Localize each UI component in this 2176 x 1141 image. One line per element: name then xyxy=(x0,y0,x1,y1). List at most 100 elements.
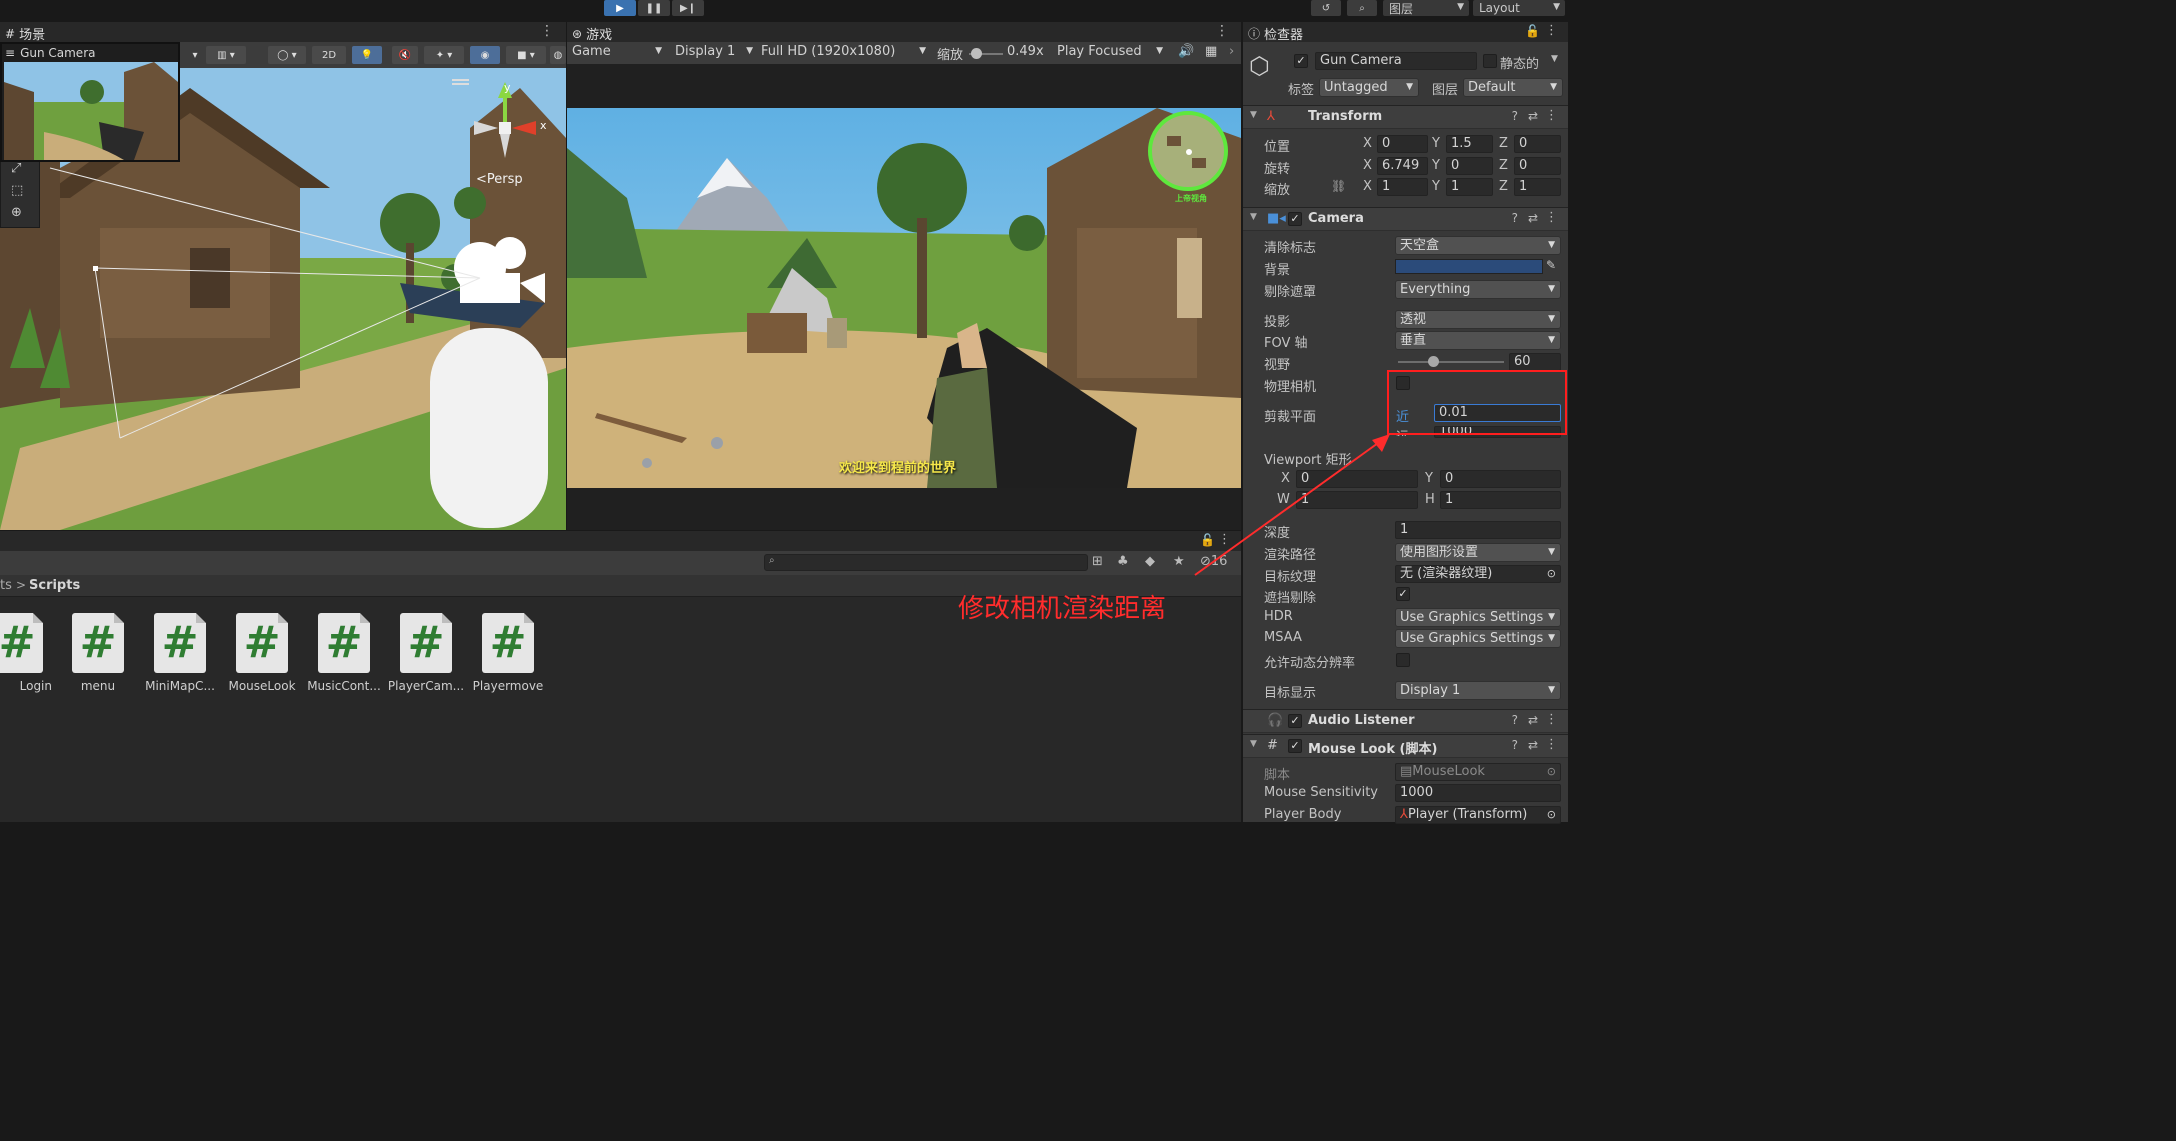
kebab-menu-icon[interactable]: ⋮ xyxy=(1545,23,1558,38)
asset-item[interactable]: # MouseLook xyxy=(223,613,301,703)
help-icon[interactable]: ? xyxy=(1512,738,1518,752)
position-y-field[interactable]: 1.5 xyxy=(1446,135,1493,153)
breadcrumb-root[interactable]: ts xyxy=(0,578,12,593)
tag-icon[interactable]: ◆ xyxy=(1145,554,1155,569)
eyedropper-icon[interactable]: ✎ xyxy=(1546,258,1556,272)
object-name-field[interactable]: Gun Camera xyxy=(1315,52,1477,70)
gizmos-button[interactable]: ◍ xyxy=(550,46,566,64)
transform-tool-icon[interactable]: ⊕ xyxy=(11,205,22,220)
favorite-star-icon[interactable]: ★ xyxy=(1173,554,1185,569)
clear-flags-dropdown[interactable]: 天空盒 ▼ xyxy=(1395,236,1561,255)
help-icon[interactable]: ? xyxy=(1512,713,1518,727)
transform-component-header[interactable]: ▼ ⅄ Transform ? ⇄ ⋮ xyxy=(1243,105,1568,129)
effects-button[interactable]: ✦ ▾ xyxy=(424,46,464,64)
target-texture-field[interactable]: 无 (渲染器纹理) ⊙ xyxy=(1395,565,1561,583)
display-dropdown[interactable]: Display 1 ▼ xyxy=(675,44,753,62)
mouse-look-component-header[interactable]: ▼ # ✓ Mouse Look (脚本) ? ⇄ ⋮ xyxy=(1243,734,1568,758)
fov-field[interactable]: 60 xyxy=(1509,353,1561,371)
asset-item[interactable]: # MiniMapC... xyxy=(141,613,219,703)
projection-dropdown[interactable]: 透视 ▼ xyxy=(1395,310,1561,329)
depth-field[interactable]: 1 xyxy=(1395,521,1561,539)
layer-dropdown[interactable]: Default ▼ xyxy=(1463,78,1563,97)
project-search-input[interactable]: ⌕ xyxy=(764,554,1088,571)
scale-z-field[interactable]: 1 xyxy=(1514,178,1561,196)
play-button[interactable]: ▶ xyxy=(604,0,636,16)
visibility-toggle-button[interactable]: ◉ xyxy=(470,46,500,64)
position-x-field[interactable]: 0 xyxy=(1377,135,1428,153)
help-icon[interactable]: ? xyxy=(1512,109,1518,123)
kebab-menu-icon[interactable]: ⋮ xyxy=(1545,108,1558,123)
viewport-y-field[interactable]: 0 xyxy=(1440,470,1561,488)
game-viewport[interactable]: 欢迎来到程前的世界 上帝视角 xyxy=(567,64,1241,530)
rect-tool-icon[interactable]: ⬚ xyxy=(11,183,23,198)
asset-item[interactable]: # menu xyxy=(59,613,137,703)
scale-tool-icon[interactable]: ⤢ xyxy=(11,161,21,176)
draw-mode-button[interactable]: ◯ ▾ xyxy=(268,46,306,64)
filter-by-label-icon[interactable]: ♣ xyxy=(1117,554,1129,569)
position-z-field[interactable]: 0 xyxy=(1514,135,1561,153)
object-picker-icon[interactable]: ⊙ xyxy=(1547,566,1556,582)
resolution-dropdown[interactable]: Full HD (1920x1080) ▼ xyxy=(761,44,926,62)
mute-audio-icon[interactable]: 🔊 xyxy=(1178,44,1196,62)
object-picker-icon[interactable]: ⊙ xyxy=(1547,807,1556,823)
fov-slider[interactable] xyxy=(1398,361,1504,363)
fov-slider-thumb[interactable] xyxy=(1428,356,1440,367)
play-mode-dropdown[interactable]: Play Focused ▼ xyxy=(1057,44,1163,62)
rotation-z-field[interactable]: 0 xyxy=(1514,157,1561,175)
overflow-icon[interactable]: › xyxy=(1229,44,1241,62)
pause-button[interactable]: ❚❚ xyxy=(638,0,670,16)
history-button[interactable]: ↺ xyxy=(1311,0,1341,16)
audio-listener-enabled-checkbox[interactable]: ✓ xyxy=(1288,714,1302,728)
audio-listener-component-header[interactable]: 🎧 ✓ Audio Listener ? ⇄ ⋮ xyxy=(1243,709,1568,733)
asset-item[interactable]: # MusicCont... xyxy=(305,613,383,703)
kebab-menu-icon[interactable]: ⋮ xyxy=(1215,23,1229,39)
kebab-menu-icon[interactable]: ⋮ xyxy=(1545,712,1558,727)
camera-enabled-checkbox[interactable]: ✓ xyxy=(1288,212,1302,226)
scale-x-field[interactable]: 1 xyxy=(1377,178,1428,196)
occlusion-culling-checkbox[interactable]: ✓ xyxy=(1396,587,1410,601)
lighting-toggle-button[interactable]: 💡 xyxy=(352,46,382,64)
tag-dropdown[interactable]: Untagged ▼ xyxy=(1319,78,1419,97)
camera-component-header[interactable]: ▼ ■◂ ✓ Camera ? ⇄ ⋮ xyxy=(1243,207,1568,231)
stats-icon[interactable]: ▦ xyxy=(1205,44,1223,62)
asset-item[interactable]: # Login xyxy=(0,613,56,703)
fov-axis-dropdown[interactable]: 垂直 ▼ xyxy=(1395,331,1561,350)
hdr-dropdown[interactable]: Use Graphics Settings ▼ xyxy=(1395,608,1561,627)
grid-snap-button[interactable]: ▥ ▾ xyxy=(206,46,246,64)
chevron-down-icon[interactable]: ▼ xyxy=(1551,54,1558,64)
preset-icon[interactable]: ⇄ xyxy=(1528,211,1538,225)
dynamic-resolution-checkbox[interactable] xyxy=(1396,653,1410,667)
kebab-menu-icon[interactable]: ⋮ xyxy=(540,23,554,39)
rotation-x-field[interactable]: 6.749 xyxy=(1377,157,1428,175)
preset-icon[interactable]: ⇄ xyxy=(1528,713,1538,727)
viewport-h-field[interactable]: 1 xyxy=(1440,491,1561,509)
search-button[interactable]: ⌕ xyxy=(1347,0,1377,16)
preset-icon[interactable]: ⇄ xyxy=(1528,738,1538,752)
tab-game[interactable]: ⊛ 游戏 xyxy=(572,24,612,44)
background-color-swatch[interactable] xyxy=(1395,259,1543,274)
player-body-field[interactable]: ⅄Player (Transform) ⊙ xyxy=(1395,806,1561,824)
kebab-menu-icon[interactable]: ⋮ xyxy=(1545,210,1558,225)
layers-dropdown[interactable]: 图层 ▼ xyxy=(1383,0,1469,16)
static-checkbox[interactable] xyxy=(1483,54,1497,68)
constrain-proportions-icon[interactable]: ⛓ xyxy=(1331,179,1346,193)
lock-icon[interactable]: 🔓 xyxy=(1525,24,1540,38)
step-button[interactable]: ▶❙ xyxy=(672,0,704,16)
game-mode-dropdown[interactable]: Game ▼ xyxy=(572,44,662,62)
active-checkbox[interactable]: ✓ xyxy=(1294,54,1308,68)
help-icon[interactable]: ? xyxy=(1512,211,1518,225)
target-display-dropdown[interactable]: Display 1 ▼ xyxy=(1395,681,1561,700)
scale-y-field[interactable]: 1 xyxy=(1446,178,1493,196)
audio-toggle-button[interactable]: 🔇 xyxy=(392,46,418,64)
chevron-down-icon[interactable]: ▾ xyxy=(186,46,204,64)
kebab-menu-icon[interactable]: ⋮ xyxy=(1545,737,1558,752)
asset-item[interactable]: # PlayerCam... xyxy=(387,613,465,703)
layout-dropdown[interactable]: Layout ▼ xyxy=(1473,0,1565,16)
search-by-type-icon[interactable]: ⊞ xyxy=(1092,554,1103,569)
rotation-y-field[interactable]: 0 xyxy=(1446,157,1493,175)
breadcrumb-current[interactable]: Scripts xyxy=(29,578,80,593)
tab-inspector[interactable]: ⓘ 检查器 xyxy=(1248,24,1303,43)
msaa-dropdown[interactable]: Use Graphics Settings ▼ xyxy=(1395,629,1561,648)
culling-mask-dropdown[interactable]: Everything ▼ xyxy=(1395,280,1561,299)
camera-settings-button[interactable]: ■ ▾ xyxy=(506,46,546,64)
